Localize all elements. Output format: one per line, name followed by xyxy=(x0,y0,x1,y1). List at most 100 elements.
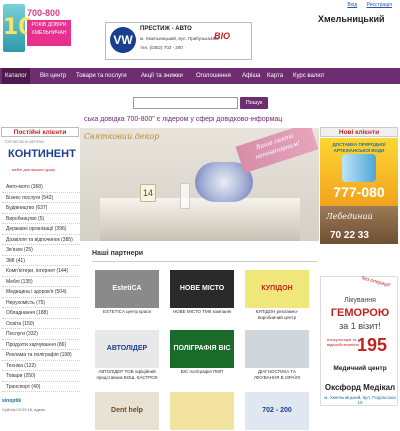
partner-card[interactable]: 702 - 200 xyxy=(245,392,309,431)
nav-item-promos[interactable]: Акції та знижки xyxy=(141,68,183,84)
partner-logo-text xyxy=(170,392,234,430)
category-item[interactable]: Будівництво (637) xyxy=(2,204,80,214)
partner-card[interactable]: EstetiCA ESTETICA центр краси xyxy=(95,270,159,315)
category-item[interactable]: Освіта (150) xyxy=(2,320,80,330)
nav-item-currency[interactable]: Курс валют xyxy=(293,68,325,84)
logo-phone: 700-800 xyxy=(27,8,61,18)
category-item[interactable]: Зв'язок (25) xyxy=(2,246,80,256)
category-item[interactable]: Техніка (122) xyxy=(2,362,80,372)
nav-item-map[interactable]: Карта xyxy=(267,68,283,84)
nav-item-ads[interactable]: Оголошення xyxy=(196,68,231,84)
partner-card[interactable]: ДІАГНОСТИКА ТА ЛІКУВАННЯ В ІЗРАЇЛІ xyxy=(245,330,309,381)
logo-tagline-1: РОКІВ ДОВІРИ xyxy=(31,22,67,28)
category-item[interactable]: Продукти харчування (86) xyxy=(2,341,80,351)
promo-banner[interactable]: 14 Святковий декор Ваше свято неповторни… xyxy=(80,128,319,241)
kontinent-name: КОНТИНЕНТ xyxy=(8,148,76,160)
partner-logo xyxy=(245,330,309,368)
partner-caption[interactable]: ВІС поліграфія ПМП xyxy=(170,369,234,375)
login-link[interactable]: Вхід xyxy=(347,2,357,8)
sinoptik-widget[interactable]: sinoptik xyxy=(2,398,80,407)
partner-logo-text: ПОЛІГРАФІЯ ВІС xyxy=(173,345,231,352)
partner-logo-text: НОВЕ МІСТО xyxy=(179,285,225,292)
partner-caption[interactable]: КУПІДОН рекламно-виробничий центр xyxy=(245,309,309,321)
nav-item-goods[interactable]: Товари та послуги xyxy=(76,68,127,84)
header-ad-banner[interactable]: VW ПРЕСТИЖ - АВТО м. Хмельницький, вул. … xyxy=(105,22,252,60)
category-item[interactable]: Обладнання (188) xyxy=(2,309,80,319)
category-item[interactable]: Державні організації (396) xyxy=(2,225,80,235)
lebedynyi-ad[interactable]: Лебединий 70 22 33 xyxy=(320,206,398,244)
oxford-l2: ГЕМОРОЮ xyxy=(330,307,390,319)
partner-card[interactable]: ПОЛІГРАФІЯ ВІС ВІС поліграфія ПМП xyxy=(170,330,234,375)
logo-tagline: РОКІВ ДОВІРИ ХМЕЛЬНИЧАН xyxy=(27,20,71,46)
nav-item-vip[interactable]: Віп центр xyxy=(40,68,66,84)
partner-card[interactable]: КУПІДОН КУПІДОН рекламно-виробничий центр xyxy=(245,270,309,321)
regular-clients-title: Постійні клієнти xyxy=(1,127,79,137)
partner-caption[interactable]: ESTETICA центр краси xyxy=(95,309,159,315)
partner-logo: ПОЛІГРАФІЯ ВІС xyxy=(170,330,234,368)
water-ad-phone: 777-080 xyxy=(333,184,385,200)
kontinent-ad[interactable]: ТОРГІВЕЛЬНА МЕРЕЖА КОНТИНЕНТ меблі для в… xyxy=(2,138,78,176)
partner-card[interactable] xyxy=(170,392,234,431)
partner-logo: 702 - 200 xyxy=(245,392,309,430)
category-item[interactable]: ЗМІ (41) xyxy=(2,257,80,267)
water-bottle-icon xyxy=(342,154,376,182)
partner-caption[interactable]: ДІАГНОСТИКА ТА ЛІКУВАННЯ В ІЗРАЇЛІ xyxy=(245,369,309,381)
register-link[interactable]: Реєстрація xyxy=(367,2,392,8)
category-item[interactable]: Реклама та поліграфія (198) xyxy=(2,351,80,361)
ad-address: м. Хмельницький, вул. Прибузька48/2 xyxy=(140,36,219,41)
weather-date: Субота 03.09.16, вдень xyxy=(2,407,46,412)
site-logo[interactable]: 10 700-800 РОКІВ ДОВІРИ ХМЕЛЬНИЧАН xyxy=(3,4,71,56)
logo-tagline-2: ХМЕЛЬНИЧАН xyxy=(31,30,67,36)
banner-left-text: Святковий декор xyxy=(84,132,160,141)
banner-ribbon: Ваше свято неповторним! xyxy=(235,128,319,174)
banner-table-card: 14 xyxy=(140,184,156,202)
category-item[interactable]: Комп'ютери, інтернет (144) xyxy=(2,267,80,277)
category-item[interactable]: Авто-мото (368) xyxy=(2,183,80,193)
partner-card[interactable]: НОВЕ МІСТО НОВЕ МІСТО ТМК компанія xyxy=(170,270,234,315)
water-delivery-ad[interactable]: ДОСТАВКА ПРИРОДНОЇ АРТЕЗІАНСЬКОЇ ВОДИ 77… xyxy=(320,138,398,206)
category-item[interactable]: Меблі (135) xyxy=(2,278,80,288)
partner-logo-text xyxy=(245,330,309,368)
lebedynyi-name: Лебединий xyxy=(326,212,373,221)
category-item[interactable]: Товари (250) xyxy=(2,372,80,382)
partner-card[interactable]: АВТОЛІДЕР АВТОЛІДЕР ТОВ офіційний предста… xyxy=(95,330,159,381)
banner-table xyxy=(100,198,300,241)
category-item[interactable]: Нерухомість (75) xyxy=(2,299,80,309)
partner-logo: АВТОЛІДЕР xyxy=(95,330,159,368)
category-item[interactable]: Медицина і здоров'я (504) xyxy=(2,288,80,298)
oxford-l4: Консультація та відеообстеження xyxy=(327,337,359,347)
partner-logo: НОВЕ МІСТО xyxy=(170,270,234,308)
ad-logo2: BIO xyxy=(214,31,231,41)
nav-item-catalog[interactable]: Каталог xyxy=(2,68,30,84)
partner-caption[interactable]: НОВЕ МІСТО ТМК компанія xyxy=(170,309,234,315)
kontinent-slogan: меблі для вашого дому xyxy=(12,167,56,172)
category-item[interactable]: Бізнес послуги (542) xyxy=(2,194,80,204)
main-nav: Каталог Віп центр Товари та послуги Акці… xyxy=(0,68,400,84)
oxford-address: м. Хмельницький, вул. Подільська 10 xyxy=(324,395,396,405)
oxford-price: 195 xyxy=(357,335,388,355)
partner-logo-text: АВТОЛІДЕР xyxy=(106,345,148,352)
category-item[interactable]: Дозвілля та відпочинок (385) xyxy=(2,236,80,246)
oxford-badge: без операції! xyxy=(360,275,391,289)
partner-logo: КУПІДОН xyxy=(245,270,309,308)
category-item[interactable]: Транспорт (40) xyxy=(2,383,80,393)
partner-logo-text: Dent help xyxy=(111,407,143,414)
partner-logo xyxy=(170,392,234,430)
partner-logo: Dent help xyxy=(95,392,159,430)
oxford-l3: за 1 візит! xyxy=(339,321,381,331)
category-item[interactable]: Послуги (332) xyxy=(2,330,80,340)
banner-glass xyxy=(180,183,190,209)
partner-caption[interactable]: АВТОЛІДЕР ТОВ офіційний представник БОШ,… xyxy=(95,369,159,381)
category-item[interactable]: Виробництво (5) xyxy=(2,215,80,225)
nav-item-poster[interactable]: Афіша xyxy=(242,68,261,84)
logo-ten: 10 xyxy=(3,4,34,52)
search-input[interactable] xyxy=(133,97,238,109)
partner-logo-text: КУПІДОН xyxy=(261,285,293,292)
partner-card[interactable]: Dent help xyxy=(95,392,159,431)
news-marquee: ська довідка 700-800" є лідером у сфері … xyxy=(84,116,283,123)
oxford-medical-ad[interactable]: без операції! Лікування ГЕМОРОЮ за 1 віз… xyxy=(320,275,398,406)
ad-title: ПРЕСТИЖ - АВТО xyxy=(140,26,192,32)
lebedynyi-phone: 70 22 33 xyxy=(330,230,369,241)
search-button[interactable]: Пошук xyxy=(240,97,268,109)
oxford-l6: Медичний центр xyxy=(333,365,387,372)
